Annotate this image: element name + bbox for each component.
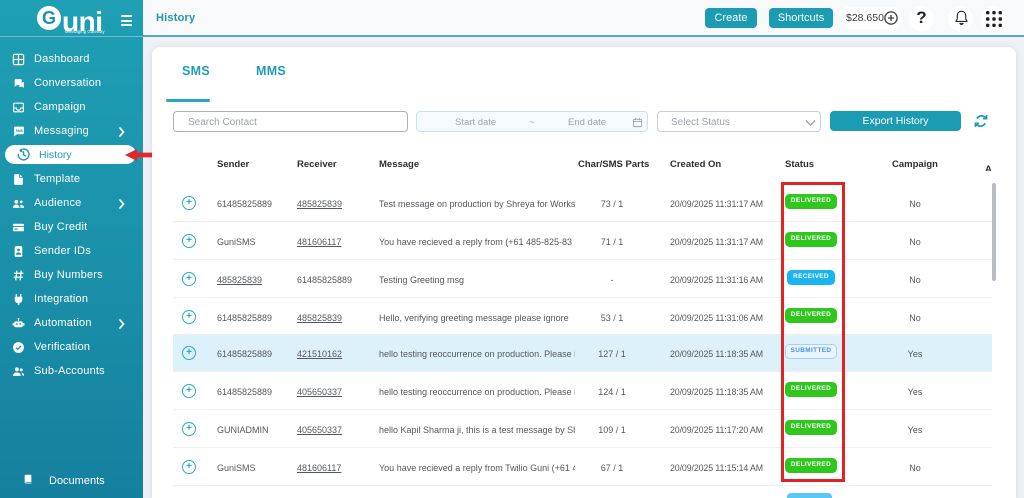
svg-text:SMS: SMS [16,129,24,133]
